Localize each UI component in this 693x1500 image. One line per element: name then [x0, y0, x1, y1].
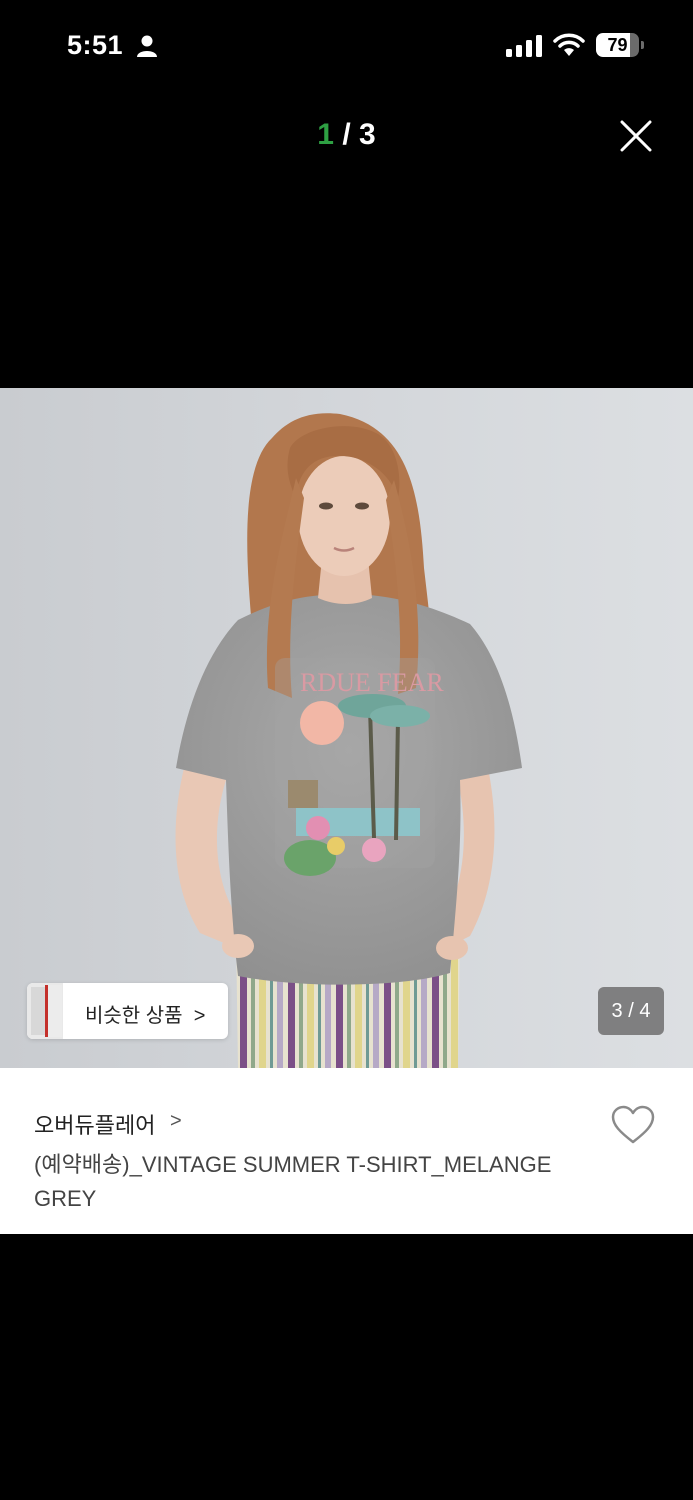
product-name-line: (예약배송)_VINTAGE SUMMER T-SHIRT_MELANGE [34, 1152, 552, 1177]
product-name: (예약배송)_VINTAGE SUMMER T-SHIRT_MELANGE GR… [34, 1148, 599, 1216]
chevron-right-icon[interactable]: > [170, 1110, 182, 1133]
person-icon [137, 35, 157, 57]
counter-separator: / [333, 118, 359, 151]
signal-icon [506, 35, 542, 57]
battery-icon: 79 [596, 33, 646, 59]
chevron-right-icon: > [193, 1005, 206, 1027]
status-time: 5:51 [67, 30, 124, 60]
product-photo[interactable]: RDUE FEAR [0, 388, 693, 1068]
similar-products-label: 비슷한 상품 > [85, 1005, 206, 1027]
viewer-header: 1 / 3 [0, 100, 693, 172]
product-info-panel: 오버듀플레어 > (예약배송)_VINTAGE SUMMER T-SHIRT_M… [0, 1068, 693, 1234]
wifi-icon [553, 33, 585, 56]
product-name-line: GREY [34, 1186, 97, 1211]
svg-text:RDUE FEAR: RDUE FEAR [300, 668, 444, 697]
image-page-indicator: 3 / 4 [598, 987, 664, 1035]
model-wearing-tshirt-image: RDUE FEAR [0, 388, 693, 1068]
similar-products-thumbnails [27, 983, 63, 1039]
battery-percent: 79 [607, 35, 628, 55]
counter-total: 3 [359, 118, 376, 151]
status-bar: 5:51 79 [0, 0, 693, 92]
brand-link[interactable]: 오버듀플레어 [34, 1108, 155, 1140]
counter-current: 1 [317, 118, 334, 151]
close-icon[interactable] [614, 114, 658, 158]
image-counter: 1 / 3 [0, 118, 693, 152]
similar-products-button[interactable]: 비슷한 상품 > [27, 983, 228, 1039]
heart-icon[interactable] [610, 1104, 656, 1146]
